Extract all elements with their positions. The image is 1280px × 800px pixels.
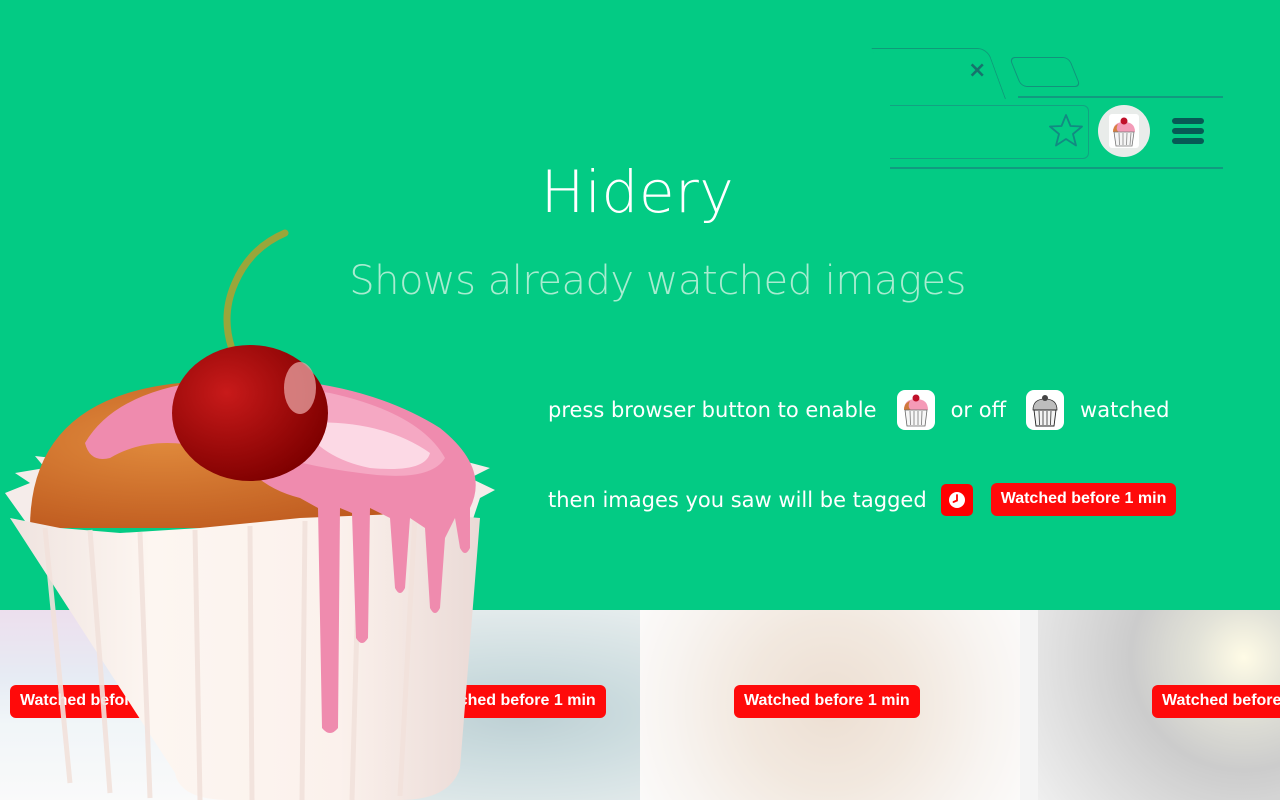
instruction-step-1: press browser button to enable or off wa…: [548, 390, 1169, 430]
hamburger-menu-icon[interactable]: [1172, 118, 1204, 146]
step1-text-after: watched: [1080, 398, 1170, 422]
watched-tag-example: Watched before 1 min: [990, 483, 1177, 516]
instruction-step-2: then images you saw will be tagged Watch…: [548, 483, 1177, 516]
step1-text-before: press browser button to enable: [548, 398, 877, 422]
watched-tag: Watched before 1 min: [734, 685, 920, 718]
step2-text: then images you saw will be tagged: [548, 487, 927, 512]
step1-text-middle: or off: [950, 398, 1007, 422]
gallery-image-solar-system[interactable]: Watched before 1 min: [1038, 610, 1280, 800]
gallery-image-pencils[interactable]: Watched before 1 min: [640, 610, 1020, 800]
cupcake-illustration: [5, 229, 495, 800]
tab-strip-divider: [1018, 96, 1223, 98]
cupcake-color-icon: [896, 390, 935, 430]
app-title: Hidery: [540, 158, 735, 226]
clock-icon: [940, 483, 973, 516]
new-tab-button[interactable]: [1008, 57, 1082, 87]
cupcake-extension-icon[interactable]: [1098, 105, 1150, 157]
cupcake-gray-icon: [1026, 390, 1065, 430]
watched-tag: Watched before 1 min: [1152, 685, 1280, 718]
close-icon[interactable]: ×: [968, 60, 986, 82]
browser-chrome-illustration: ×: [871, 45, 1225, 175]
bookmark-star-icon[interactable]: [1046, 111, 1086, 151]
